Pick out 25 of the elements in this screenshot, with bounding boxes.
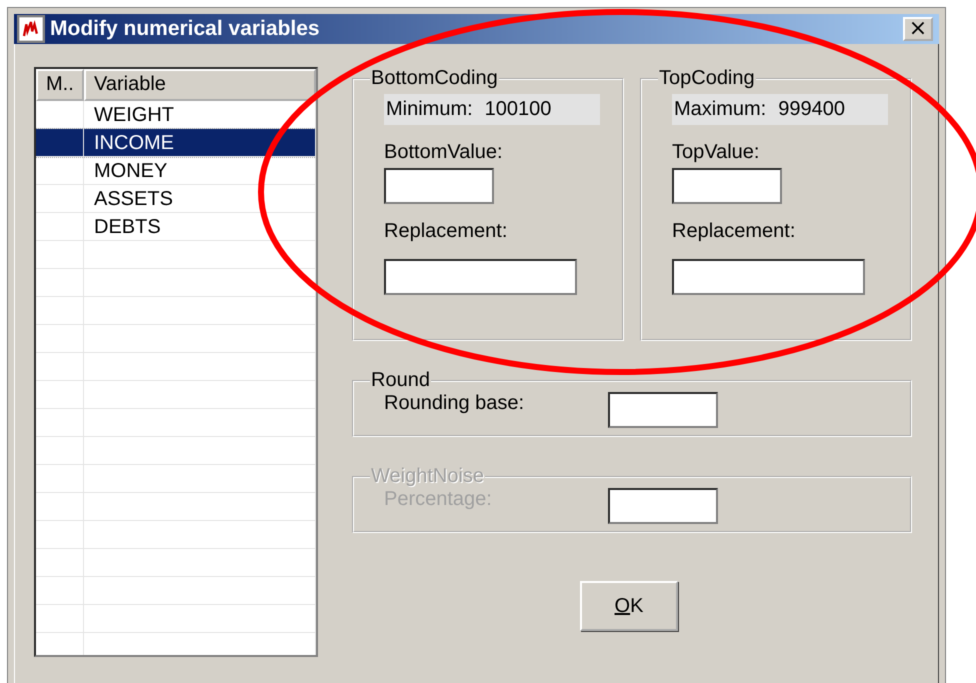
info-label: Minimum:	[386, 98, 473, 121]
close-button[interactable]: ×	[903, 17, 933, 41]
info-value: 100100	[484, 98, 552, 121]
field-label: BottomValue:	[384, 141, 503, 164]
list-row[interactable]: ASSETS	[36, 185, 316, 213]
group-title: Round	[370, 369, 431, 392]
field-label: Replacement:	[672, 220, 796, 243]
field-label: TopValue:	[672, 141, 760, 164]
list-row[interactable]: MONEY	[36, 157, 316, 185]
info-value: 999400	[778, 98, 845, 121]
column-header[interactable]: M..	[36, 69, 84, 101]
list-row[interactable]: INCOME	[36, 129, 316, 157]
column-header[interactable]: Variable	[84, 69, 316, 101]
list-row[interactable]: DEBTS	[36, 213, 316, 241]
group-title: BottomCoding	[370, 67, 499, 90]
field-label: Replacement:	[384, 220, 508, 243]
group-title: TopCoding	[658, 67, 756, 90]
ok-button[interactable]: OK	[580, 581, 678, 631]
table-cell: DEBTS	[84, 213, 316, 240]
window-title: Modify numerical variables	[50, 17, 321, 41]
table-cell: MONEY	[84, 157, 316, 184]
table-cell: INCOME	[84, 129, 316, 156]
table-cell: ASSETS	[84, 185, 316, 212]
info-label: Maximum:	[674, 98, 766, 121]
field-label: Rounding base:	[384, 392, 526, 415]
